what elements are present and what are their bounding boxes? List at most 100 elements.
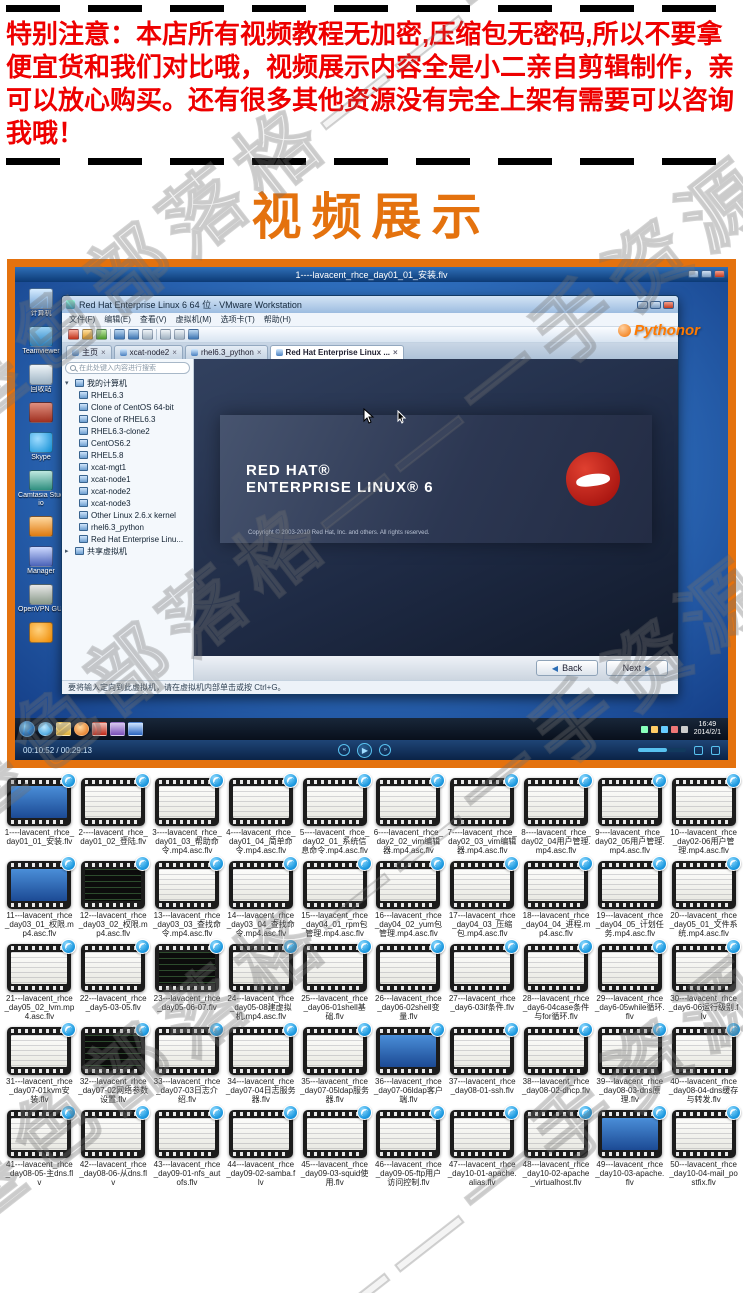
video-item[interactable]: 27---lavacent_rhce_day6-03if条件.flv [447,939,520,1021]
menu-item[interactable]: 查看(V) [140,314,167,325]
tab-close-icon[interactable]: × [101,348,106,357]
video-item[interactable]: 43---lavacent_rhce_day09-01-nfs_autofs.f… [152,1105,224,1187]
network-icon[interactable] [680,725,688,733]
vm-tree-item[interactable]: Red Hat Enterprise Linu... [65,533,193,545]
video-item[interactable]: 37---lavacent_rhce_day08-01-ssh.flv [447,1022,520,1104]
film-strip-thumbnail[interactable] [154,1105,224,1158]
fullscreen-icon[interactable] [188,329,199,340]
video-item[interactable]: 38---lavacent_rhce_day08-02-dhcp.flv [521,1022,593,1104]
film-strip-thumbnail[interactable] [376,939,446,992]
film-strip-thumbnail[interactable] [671,856,741,909]
video-item[interactable]: 49---lavacent_rhce_day10-03-apache.flv [594,1105,667,1187]
film-strip-thumbnail[interactable] [302,1022,372,1075]
desktop-icon[interactable] [18,516,64,538]
film-strip-thumbnail[interactable] [523,856,593,909]
film-strip-thumbnail[interactable] [81,939,151,992]
tab-close-icon[interactable]: × [257,348,262,357]
film-strip-thumbnail[interactable] [671,773,741,826]
desktop-icon[interactable]: OpenVPN GUI [18,584,64,614]
desktop-icon[interactable]: 回收站 [18,364,64,394]
close-icon[interactable] [714,270,725,278]
film-strip-thumbnail[interactable] [376,773,446,826]
video-item[interactable]: 23---lavacent_rhce_day05-06-07.flv [152,939,224,1021]
video-item[interactable]: 1----lavacent_rhce_day01_01_安装.flv [4,773,77,855]
film-strip-thumbnail[interactable] [376,856,446,909]
film-strip-thumbnail[interactable] [7,773,77,826]
vm-tab[interactable]: xcat-node2 × [113,345,183,359]
film-strip-thumbnail[interactable] [302,773,372,826]
video-item[interactable]: 30---lavacent_rhce_day6-06运行级别.flv [668,939,741,1021]
vm-tree-item[interactable]: Clone of RHEL6.3 [65,413,193,425]
video-item[interactable]: 33---lavacent_rhce_day07-03日志介绍.flv [152,1022,224,1104]
video-item[interactable]: 2----lavacent_rhce_day01_02_登陆.flv [78,773,151,855]
vm-tree-item[interactable]: Clone of CentOS 64-bit [65,401,193,413]
video-item[interactable]: 14---lavacent_rhce_day03_04_查找命令.mp4.asc… [225,856,298,938]
film-strip-thumbnail[interactable] [597,939,667,992]
taskbar-app-icon[interactable] [110,722,125,736]
film-strip-thumbnail[interactable] [81,856,151,909]
power-off-icon[interactable] [68,329,79,340]
film-strip-thumbnail[interactable] [450,939,520,992]
vm-tree-item[interactable]: xcat-node1 [65,473,193,485]
play-icon[interactable]: ▶ [357,742,373,758]
desktop-icon[interactable]: Skype [18,432,64,462]
console-view-icon[interactable] [174,329,185,340]
vm-tab[interactable]: Red Hat Enterprise Linux ... × [269,345,404,359]
video-item[interactable]: 40---lavacent_rhce_day08-04-dns缓存与转发.flv [668,1022,741,1104]
vmware-title-bar[interactable]: Red Hat Enterprise Linux 6 64 位 - VMware… [62,296,678,313]
next-icon[interactable]: » [379,744,392,756]
video-item[interactable]: 31---lavacent_rhce_day07-01kvm安装.flv [4,1022,77,1104]
video-item[interactable]: 15---lavacent_rhce_day04_01_rpm包管理.mp4.a… [299,856,372,938]
tray-icon[interactable] [640,725,648,733]
film-strip-thumbnail[interactable] [671,1022,741,1075]
tab-close-icon[interactable]: × [172,348,177,357]
video-item[interactable]: 44---lavacent_rhce_day09-02-samba.flv [225,1105,298,1187]
vm-tree-item[interactable]: xcat-node2 [65,485,193,497]
desktop-icon[interactable]: Camtasia Studio [18,470,64,508]
vm-tree-item[interactable]: RHEL6.3 [65,389,193,401]
vm-tree-item[interactable]: xcat-node3 [65,497,193,509]
minimize-icon[interactable] [688,270,699,278]
tray-icon[interactable] [660,725,668,733]
film-strip-thumbnail[interactable] [302,1105,372,1158]
film-strip-thumbnail[interactable] [154,1022,224,1075]
film-strip-thumbnail[interactable] [81,1105,151,1158]
clock[interactable]: 16:49 2014/2/1 [691,721,724,737]
library-search-input[interactable]: 在此处键入内容进行搜索 [65,362,190,374]
film-strip-thumbnail[interactable] [154,856,224,909]
video-item[interactable]: 36---lavacent_rhce_day07-06ldap客户端.flv [373,1022,446,1104]
film-strip-thumbnail[interactable] [228,1022,298,1075]
video-item[interactable]: 29---lavacent_rhce_day6-05while循环.flv [594,939,667,1021]
film-strip-thumbnail[interactable] [81,1022,151,1075]
tray-icon[interactable] [650,725,658,733]
video-item[interactable]: 12---lavacent_rhce_day03_02_权限.mp4.asc.f… [78,856,151,938]
desktop-icon[interactable] [18,622,64,644]
vm-tree-item[interactable]: xcat-mgt1 [65,461,193,473]
film-strip-thumbnail[interactable] [671,939,741,992]
video-item[interactable]: 32---lavacent_rhce_day07-02网络参数设置.flv [78,1022,151,1104]
video-item[interactable]: 47---lavacent_rhce_day10-01-apache.alias… [447,1105,520,1187]
video-item[interactable]: 42---lavacent_rhce_day08-06-从dns.flv [78,1105,151,1187]
video-item[interactable]: 4----lavacent_rhce_day01_04_简单命令.mp4.asc… [225,773,298,855]
video-item[interactable]: 18---lavacent_rhce_day04_04_进程.mp4.asc.f… [521,856,593,938]
video-item[interactable]: 45---lavacent_rhce_day09-03-squid使用.flv [299,1105,372,1187]
film-strip-thumbnail[interactable] [597,856,667,909]
video-item[interactable]: 41---lavacent_rhce_day08-05-主dns.flv [4,1105,77,1187]
film-strip-thumbnail[interactable] [376,1022,446,1075]
film-strip-thumbnail[interactable] [7,856,77,909]
film-strip-thumbnail[interactable] [523,939,593,992]
tray-icon[interactable] [670,725,678,733]
vm-tree-item[interactable]: RHEL6.3-clone2 [65,425,193,437]
next-button[interactable]: Next ▶ [606,660,668,676]
taskbar-app-icon[interactable] [56,722,71,736]
film-strip-thumbnail[interactable] [523,1105,593,1158]
manage-snapshot-icon[interactable] [142,329,153,340]
video-item[interactable]: 20---lavacent_rhce_day05_01_文件系统.mp4.asc… [668,856,741,938]
video-item[interactable]: 48---lavacent_rhce_day10-02-apache_virtu… [521,1105,593,1187]
video-item[interactable]: 26---lavacent_rhce_day06-02shell变量.flv [373,939,446,1021]
video-item[interactable]: 50---lavacent_rhce_day10-04-mail_postfix… [668,1105,741,1187]
chevron-down-icon[interactable]: ▾ [65,379,72,387]
back-button[interactable]: ◀ Back [536,660,598,676]
video-item[interactable]: 13---lavacent_rhce_day03_03_查找命令.mp4.asc… [152,856,224,938]
fullscreen-icon[interactable] [710,745,720,755]
